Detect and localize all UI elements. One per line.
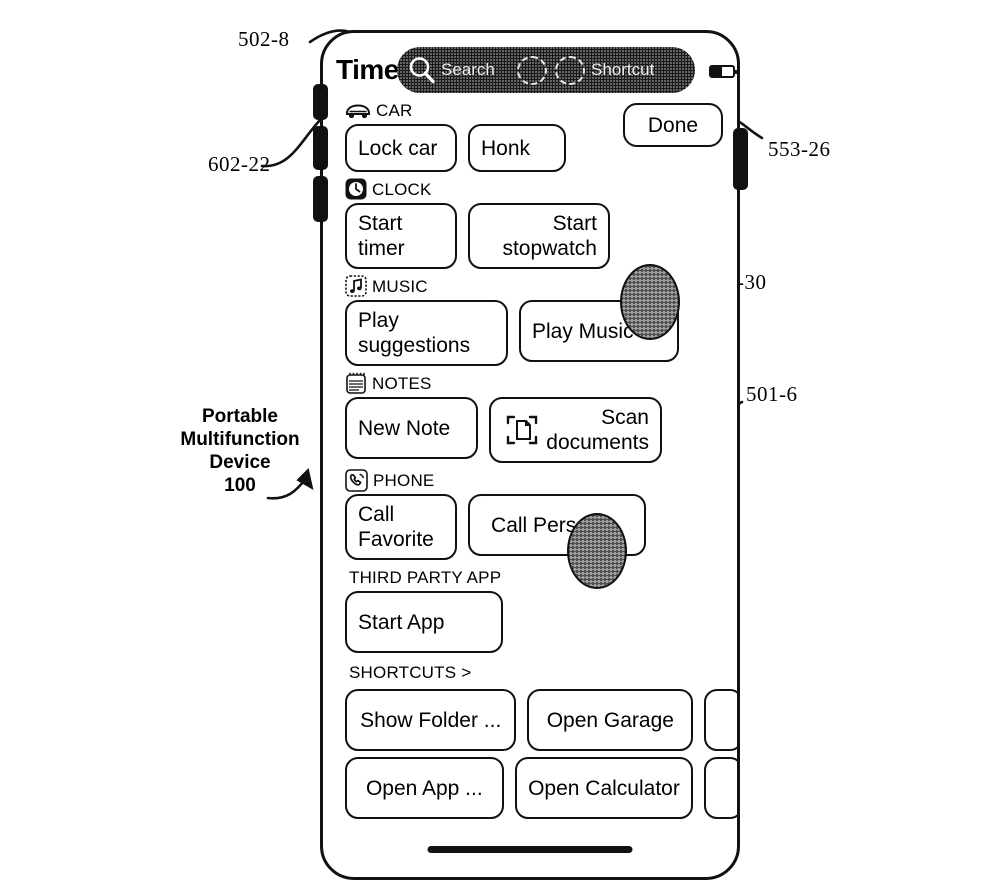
section-third-party-app: THIRD PARTY APP Start App xyxy=(323,566,737,653)
play-suggestions-button[interactable]: Play suggestions xyxy=(345,300,508,366)
lock-car-button[interactable]: Lock car xyxy=(345,124,457,172)
car-icon xyxy=(346,103,370,118)
button-row-phone: Call Favorite Call Person ... xyxy=(345,494,737,560)
shortcuts-row-2: Open App ... Open Calculator xyxy=(345,757,737,819)
section-title-notes: NOTES xyxy=(372,373,432,393)
search-label: Search xyxy=(441,60,495,79)
section-header-clock: CLOCK xyxy=(345,178,737,200)
clock-time: Time xyxy=(336,54,399,85)
battery-icon xyxy=(709,65,737,78)
scan-documents-label: Scan documents xyxy=(546,406,649,454)
portable-multifunction-device: Time Search Shortcut Done CAR Lock car H… xyxy=(320,30,740,880)
button-row-third-party-app: Start App xyxy=(345,591,737,653)
button-row-clock: Start timer Start stopwatch xyxy=(345,203,737,269)
start-stopwatch-button[interactable]: Start stopwatch xyxy=(468,203,610,269)
camera-cutout-icon-1 xyxy=(517,56,547,85)
section-title-clock: CLOCK xyxy=(372,179,432,199)
music-note-icon xyxy=(345,275,367,297)
section-title-phone: PHONE xyxy=(373,470,435,490)
section-phone: PHONE Call Favorite Call Person ... xyxy=(323,468,737,560)
scan-document-icon xyxy=(507,415,538,445)
section-header-car: CAR xyxy=(345,99,737,121)
phone-handset-icon xyxy=(345,468,368,492)
section-title-car: CAR xyxy=(376,100,413,120)
button-row-car: Lock car Honk xyxy=(345,124,737,172)
open-app-button[interactable]: Open App ... xyxy=(345,757,504,819)
shortcut-list: CAR Lock car Honk CLOCK Start timer Star… xyxy=(323,99,737,825)
new-note-button[interactable]: New Note xyxy=(345,397,478,459)
section-shortcuts: SHORTCUTS > Show Folder ... Open Garage … xyxy=(323,663,737,819)
side-button-left-3[interactable] xyxy=(313,176,328,222)
open-garage-button[interactable]: Open Garage xyxy=(527,689,694,751)
notepad-icon xyxy=(346,372,366,394)
side-button-left-1[interactable] xyxy=(313,84,328,120)
call-favorite-button[interactable]: Call Favorite xyxy=(345,494,457,560)
magnifier-icon xyxy=(409,57,435,84)
camera-cutout-icon-2 xyxy=(555,56,585,85)
honk-button[interactable]: Honk xyxy=(468,124,566,172)
touch-indicator-phone xyxy=(567,513,627,589)
section-notes: NOTES New Note Scan documents xyxy=(323,372,737,463)
shortcut-label: Shortcut xyxy=(591,60,655,79)
section-header-notes: NOTES xyxy=(345,372,737,394)
section-header-third-party-app: THIRD PARTY APP xyxy=(349,566,737,588)
touch-indicator-music xyxy=(620,264,680,340)
shortcut-button-clipped-2[interactable] xyxy=(704,757,737,819)
start-app-button[interactable]: Start App xyxy=(345,591,503,653)
section-title-music: MUSIC xyxy=(372,276,428,296)
device-screen: Time Search Shortcut Done CAR Lock car H… xyxy=(323,33,737,877)
scan-documents-button[interactable]: Scan documents xyxy=(489,397,662,463)
patent-figure: 502-8 602-22 553-26 553-32 553-30 501-6 … xyxy=(0,0,1000,893)
section-clock: CLOCK Start timer Start stopwatch xyxy=(323,178,737,269)
section-header-phone: PHONE xyxy=(345,468,737,492)
shortcuts-row-1: Show Folder ... Open Garage xyxy=(345,689,737,751)
shortcuts-header[interactable]: SHORTCUTS > xyxy=(349,663,737,683)
section-title-third-party-app: THIRD PARTY APP xyxy=(349,567,502,587)
button-row-notes: New Note Scan documents xyxy=(345,397,737,463)
section-car: CAR Lock car Honk xyxy=(323,99,737,172)
leader-602-22 xyxy=(260,118,322,168)
clock-icon xyxy=(345,178,367,200)
shortcut-button-clipped-1[interactable] xyxy=(704,689,737,751)
search-shortcut-pill[interactable]: Search Shortcut xyxy=(397,47,695,93)
side-button-right-1[interactable] xyxy=(733,128,748,190)
status-bar: Time Search Shortcut xyxy=(323,47,737,95)
show-folder-button[interactable]: Show Folder ... xyxy=(345,689,517,751)
home-indicator[interactable] xyxy=(427,846,633,853)
open-calculator-button[interactable]: Open Calculator xyxy=(514,757,694,819)
side-button-left-2[interactable] xyxy=(313,126,328,170)
start-timer-button[interactable]: Start timer xyxy=(345,203,457,269)
